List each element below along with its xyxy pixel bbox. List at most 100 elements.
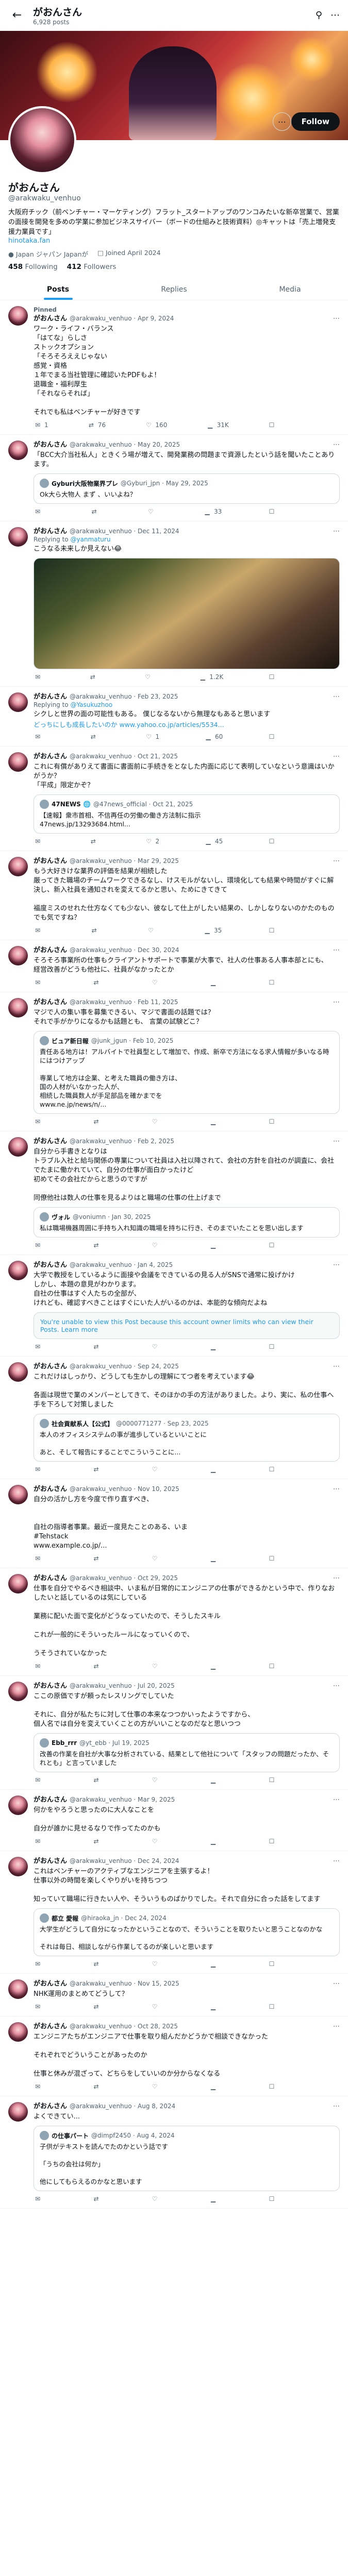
like-action[interactable]: ♡ bbox=[151, 1466, 161, 1473]
reply-action[interactable]: ✉ bbox=[34, 927, 44, 934]
reply-action[interactable]: ✉ bbox=[34, 1960, 44, 1968]
bookmark-action[interactable]: ☐ bbox=[268, 1242, 276, 1249]
tweet-author-name[interactable]: がおんさん bbox=[34, 1261, 67, 1269]
like-action[interactable]: ♡ bbox=[151, 979, 161, 986]
bookmark-action[interactable]: ☐ bbox=[268, 2195, 276, 2202]
like-action[interactable]: ♡ bbox=[151, 2003, 161, 2010]
reply-action[interactable]: ✉ bbox=[34, 1118, 44, 1125]
more-icon[interactable]: ⋯ bbox=[333, 998, 340, 1007]
tweet-avatar[interactable] bbox=[8, 2022, 28, 2042]
repost-action[interactable]: ⇄ bbox=[89, 673, 100, 681]
repost-action[interactable]: ⇄ bbox=[92, 1242, 103, 1249]
tweet-author-name[interactable]: がおんさん bbox=[34, 1362, 67, 1371]
repost-action[interactable]: ⇄ bbox=[92, 1776, 103, 1784]
tweet-avatar[interactable] bbox=[8, 1137, 28, 1157]
tweet-avatar[interactable] bbox=[8, 527, 28, 547]
tweet-item[interactable]: がおんさん @arakwaku_venhuo · Dec 30, 2024 ⋯ そろそ… bbox=[0, 940, 348, 992]
tweet-item[interactable]: がおんさん @arakwaku_venhuo · Feb 2, 2025 ⋯ 自分から… bbox=[0, 1131, 348, 1255]
tweet-avatar[interactable] bbox=[8, 752, 28, 772]
quote-tweet[interactable]: ビュア新日報 @junk_jgun · Feb 10, 2025 責任ある地方は！ア… bbox=[34, 1031, 340, 1114]
repost-action[interactable]: ⇄ bbox=[92, 2003, 103, 2010]
more-icon[interactable]: ⋯ bbox=[333, 1574, 340, 1583]
tweet-author-name[interactable]: がおんさん bbox=[34, 1979, 67, 1988]
reply-action[interactable]: ✉ bbox=[34, 1466, 44, 1473]
reply-action[interactable]: ✉ bbox=[34, 1555, 44, 1562]
bookmark-action[interactable]: ☐ bbox=[268, 2083, 276, 2090]
repost-action[interactable]: ⇄ bbox=[92, 1838, 103, 1845]
tweet-link[interactable]: どっちにしも成長したいのか www.yahoo.co.jp/articles/5… bbox=[34, 719, 340, 729]
tweet-item[interactable]: がおんさん @arakwaku_venhuo · Mar 29, 2025 ⋯ もう大… bbox=[0, 851, 348, 940]
reply-action[interactable]: ✉ bbox=[34, 838, 44, 845]
tweet-item[interactable]: がおんさん @arakwaku_venhuo · Feb 23, 2025 ⋯ Rep… bbox=[0, 687, 348, 747]
bookmark-action[interactable]: ☐ bbox=[268, 2003, 276, 2010]
views-action[interactable]: ▁ bbox=[209, 2003, 220, 2010]
like-action[interactable]: ♡ bbox=[146, 927, 157, 934]
bookmark-action[interactable]: ☐ bbox=[268, 1838, 276, 1845]
reply-mention[interactable]: @yanmaturu bbox=[70, 536, 110, 543]
bookmark-action[interactable]: ☐ bbox=[268, 1776, 276, 1784]
like-action[interactable]: ♡ bbox=[151, 1343, 161, 1350]
followers-count[interactable]: 412 Followers bbox=[67, 263, 117, 271]
repost-action[interactable]: ⇄ bbox=[92, 1555, 103, 1562]
arrow-left-icon[interactable]: ← bbox=[8, 7, 26, 24]
tweet-author-name[interactable]: がおんさん bbox=[34, 314, 67, 323]
tweet-avatar[interactable] bbox=[8, 2102, 28, 2122]
more-icon[interactable]: ⋯ bbox=[333, 440, 340, 449]
views-action[interactable]: ▁ 45 bbox=[204, 838, 223, 845]
like-action[interactable]: ♡ bbox=[151, 1663, 161, 1670]
quote-tweet[interactable]: ヴォル @voniumn · Jan 30, 2025 私は職場機器周囲に手持ち入れ… bbox=[34, 1207, 340, 1238]
reply-action[interactable]: ✉ bbox=[34, 673, 44, 681]
tweet-avatar[interactable] bbox=[8, 1261, 28, 1280]
bookmark-action[interactable]: ☐ bbox=[268, 838, 276, 845]
tweet-author-name[interactable]: がおんさん bbox=[34, 692, 67, 701]
more-icon[interactable]: ⋯ bbox=[333, 1137, 340, 1146]
tweet-avatar[interactable] bbox=[8, 946, 28, 965]
tweet-author-name[interactable]: がおんさん bbox=[34, 1795, 67, 1804]
repost-action[interactable]: ⇄ bbox=[92, 1663, 103, 1670]
tweet-author-name[interactable]: がおんさん bbox=[34, 998, 67, 1007]
tweet-item[interactable]: がおんさん @arakwaku_venhuo · Oct 21, 2025 ⋯ これに… bbox=[0, 747, 348, 851]
repost-action[interactable]: ⇄ bbox=[92, 2083, 103, 2090]
tweet-avatar[interactable] bbox=[8, 857, 28, 876]
reply-action[interactable]: ✉ bbox=[34, 979, 44, 986]
like-action[interactable]: ♡ bbox=[151, 1118, 161, 1125]
tweet-author-name[interactable]: がおんさん bbox=[34, 527, 67, 536]
reply-action[interactable]: ✉ 1 bbox=[34, 421, 48, 429]
repost-action[interactable]: ⇄ bbox=[89, 838, 100, 845]
profile-link[interactable]: hinotaka.fan bbox=[8, 237, 340, 245]
views-action[interactable]: ▁ bbox=[209, 2195, 220, 2202]
more-icon[interactable]: ⋯ bbox=[333, 1857, 340, 1866]
repost-action[interactable]: ⇄ bbox=[92, 1960, 103, 1968]
tweet-item[interactable]: がおんさん @arakwaku_venhuo · Sep 24, 2025 ⋯ これだ… bbox=[0, 1357, 348, 1479]
like-action[interactable]: ♡ bbox=[146, 508, 157, 515]
like-action[interactable]: ♡ 1 bbox=[145, 733, 159, 740]
repost-action[interactable]: ⇄ bbox=[92, 1343, 103, 1350]
more-icon[interactable]: ⋯ bbox=[333, 2022, 340, 2031]
bookmark-action[interactable]: ☐ bbox=[268, 1960, 276, 1968]
tweet-item[interactable]: がおんさん @arakwaku_venhuo · Jul 20, 2025 ⋯ ここの… bbox=[0, 1676, 348, 1790]
more-icon[interactable]: ⋯ bbox=[273, 112, 291, 131]
more-icon[interactable]: ⋯ bbox=[333, 527, 340, 536]
reply-action[interactable]: ✉ bbox=[34, 1663, 44, 1670]
tweet-author-name[interactable]: がおんさん bbox=[34, 946, 67, 955]
tweet-item[interactable]: がおんさん @arakwaku_venhuo · Nov 10, 2025 ⋯ 自分の… bbox=[0, 1479, 348, 1568]
like-action[interactable]: ♡ 160 bbox=[144, 421, 167, 429]
quote-tweet[interactable]: Gyburi大阪物業界プレ @Gyburi_jpn · May 29, 2025 O… bbox=[34, 473, 340, 504]
tweet-avatar[interactable] bbox=[8, 1979, 28, 1999]
more-icon[interactable]: ⋯ bbox=[333, 1485, 340, 1494]
profile-avatar[interactable] bbox=[8, 106, 76, 174]
reply-action[interactable]: ✉ bbox=[34, 2003, 44, 2010]
more-icon[interactable]: ⋯ bbox=[333, 692, 340, 701]
more-icon[interactable]: ⋯ bbox=[333, 1682, 340, 1690]
like-action[interactable]: ♡ bbox=[151, 1960, 161, 1968]
repost-action[interactable]: ⇄ bbox=[92, 979, 103, 986]
tweet-item[interactable]: がおんさん @arakwaku_venhuo · Oct 28, 2025 ⋯ エンジ… bbox=[0, 2016, 348, 2096]
like-action[interactable]: ♡ 2 bbox=[145, 838, 159, 845]
tweet-avatar[interactable] bbox=[8, 1485, 28, 1504]
like-action[interactable]: ♡ bbox=[151, 1555, 161, 1562]
tweet-author-name[interactable]: がおんさん bbox=[34, 1857, 67, 1866]
bookmark-action[interactable]: ☐ bbox=[268, 1555, 276, 1562]
tweet-avatar[interactable] bbox=[8, 1795, 28, 1815]
bookmark-action[interactable]: ☐ bbox=[268, 421, 276, 429]
repost-action[interactable]: ⇄ bbox=[90, 508, 101, 515]
